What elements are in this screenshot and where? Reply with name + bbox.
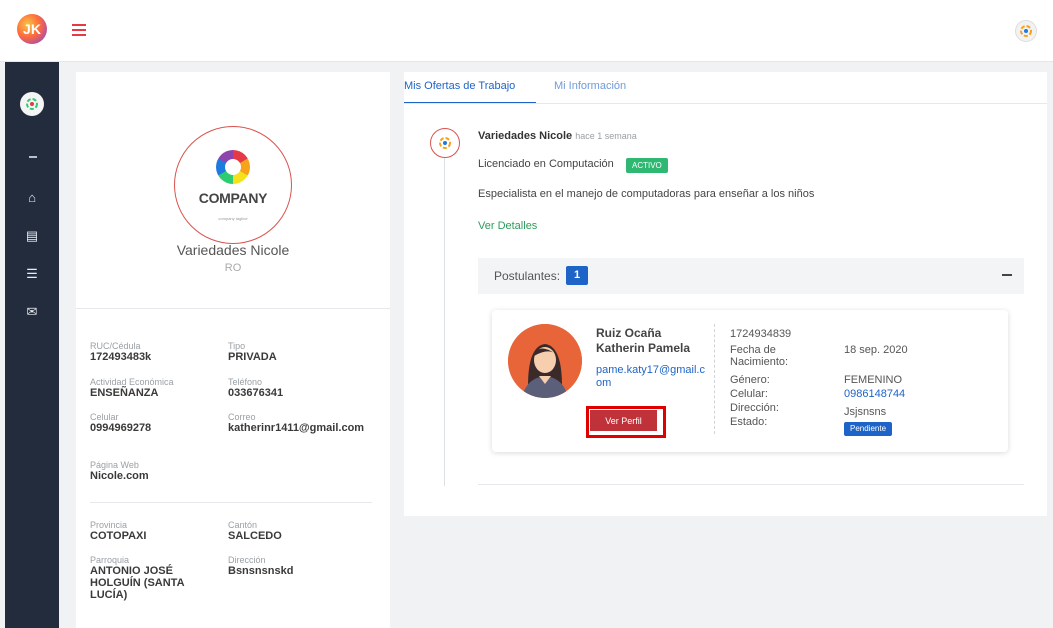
provincia-value: COTOPAXI [90, 530, 147, 542]
direccion-field: Dirección Bsnsnsnskd [228, 555, 378, 577]
parroquia-label: Parroquia [90, 555, 130, 565]
provincia-label: Provincia [90, 520, 128, 530]
applicant-surname: Ruiz Ocaña [596, 326, 662, 340]
table-icon[interactable]: ▤ [24, 228, 40, 244]
applicant-card: Ruiz Ocaña Katherin Pamela pame.katy17@g… [492, 310, 1008, 452]
gender-label: Género: [730, 374, 770, 386]
canton-label: Cantón [228, 520, 258, 530]
ruc-label: RUC/Cédula [90, 341, 141, 351]
company-mini-logo-icon [26, 98, 38, 110]
divider [76, 308, 390, 309]
canton-value: SALCEDO [228, 530, 282, 542]
ver-perfil-button[interactable]: Ver Perfil [590, 410, 657, 431]
menu-toggle-icon[interactable] [72, 24, 86, 36]
canton-field: Cantón SALCEDO [228, 520, 378, 542]
top-bar: JK [0, 0, 1053, 62]
sidebar-avatar[interactable] [20, 92, 44, 116]
tipo-value: PRIVADA [228, 351, 277, 363]
company-subtitle: RO [224, 262, 242, 274]
postulantes-label: Postulantes: [494, 269, 561, 283]
direccion-value: Bsnsnsnskd [228, 565, 294, 577]
bottom-divider [478, 484, 1024, 485]
tab-mis-ofertas[interactable]: Mis Ofertas de Trabajo [404, 80, 515, 92]
post-author-avatar [430, 128, 460, 158]
tipo-field: Tipo PRIVADA [228, 341, 378, 363]
app-logo[interactable]: JK [17, 14, 47, 44]
ver-detalles-link[interactable]: Ver Detalles [478, 220, 537, 232]
celular-label: Celular [90, 412, 119, 422]
actividad-field: Actividad Económica ENSEÑANZA [90, 377, 230, 399]
direccion-label: Dirección [228, 555, 266, 565]
list-icon[interactable]: ☰ [24, 266, 40, 282]
postulantes-count-badge: 1 [566, 266, 588, 285]
parroquia-value: ANTONIO JOSÉ HOLGUÍN (SANTA LUCÍA) [90, 565, 185, 601]
actividad-label: Actividad Económica [90, 377, 174, 387]
tipo-label: Tipo [228, 341, 246, 351]
company-profile-card: COMPANY company tagline Variedades Nicol… [76, 72, 390, 628]
post-header: Variedades Nicole hace 1 semana [478, 130, 637, 142]
correo-field: Correo katherinr1411@gmail.com [228, 412, 378, 434]
pinwheel-logo-icon [216, 149, 250, 184]
celular-value: 0994969278 [90, 422, 152, 434]
celular-field: Celular 0994969278 [90, 412, 230, 434]
parroquia-field: Parroquia ANTONIO JOSÉ HOLGUÍN (SANTA LU… [90, 555, 210, 601]
applicant-id: 1724934839 [730, 328, 792, 340]
card-separator [714, 324, 715, 434]
web-field: Página Web Nicole.com [90, 460, 230, 482]
app-logo-initials: JK [23, 21, 41, 37]
job-status-badge: ACTIVO [626, 158, 668, 173]
address-label: Dirección: [730, 402, 779, 414]
provincia-field: Provincia COTOPAXI [90, 520, 230, 542]
birth-label-1: Fecha de [730, 344, 776, 356]
applicant-avatar [508, 324, 582, 398]
post-time: hace 1 semana [575, 131, 637, 141]
timeline-line [444, 156, 445, 486]
job-title: Licenciado en Computación [478, 158, 614, 170]
post-author[interactable]: Variedades Nicole [478, 130, 572, 142]
ruc-field: RUC/Cédula 172493483k [90, 341, 230, 363]
company-logo: COMPANY company tagline [174, 126, 292, 244]
feedback-icon[interactable]: ✉ [24, 304, 40, 320]
gender-value: FEMENINO [844, 374, 903, 386]
sidebar-separator [29, 156, 37, 158]
woman-avatar-icon [508, 324, 582, 398]
telefono-label: Teléfono [228, 377, 263, 387]
job-description: Especialista en el manejo de computadora… [478, 188, 815, 200]
company-name: Variedades Nicole [176, 242, 290, 258]
correo-value: katherinr1411@gmail.com [228, 422, 365, 434]
ruc-value: 172493483k [90, 351, 152, 363]
main-panel: Mis Ofertas de Trabajo Mi Información Va… [404, 72, 1047, 516]
birth-label-2: Nacimiento: [730, 356, 789, 368]
sidebar: ⌂ ▤ ☰ ✉ [5, 62, 59, 628]
telefono-field: Teléfono 033676341 [228, 377, 378, 399]
company-mini-logo-icon [1020, 25, 1032, 37]
applicant-name: Ruiz Ocaña Katherin Pamela [596, 326, 690, 356]
status-badge: Pendiente [844, 422, 893, 436]
applicant-email[interactable]: pame.katy17@gmail.com [596, 364, 706, 390]
home-icon[interactable]: ⌂ [24, 190, 40, 206]
phone-label: Celular: [730, 388, 768, 400]
company-mini-logo-icon [439, 137, 451, 149]
tab-mi-informacion[interactable]: Mi Información [554, 80, 626, 92]
address-value: Jsjsnsns [844, 406, 887, 418]
company-logo-text: COMPANY [198, 189, 268, 206]
telefono-value: 033676341 [228, 387, 284, 399]
company-logo-tagline: company tagline [218, 215, 248, 221]
applicant-given-name: Katherin Pamela [596, 341, 691, 355]
postulantes-header[interactable]: Postulantes: 1 [478, 258, 1024, 294]
state-label: Estado: [730, 416, 768, 428]
actividad-value: ENSEÑANZA [90, 387, 159, 399]
correo-label: Correo [228, 412, 256, 422]
web-label: Página Web [90, 460, 139, 470]
user-avatar[interactable] [1015, 20, 1037, 42]
phone-value[interactable]: 0986148744 [844, 388, 905, 400]
divider [90, 502, 372, 503]
tabs-divider [404, 103, 1047, 104]
collapse-minus-icon[interactable] [1002, 274, 1012, 276]
web-value: Nicole.com [90, 470, 149, 482]
birth-value: 18 sep. 2020 [844, 344, 908, 356]
